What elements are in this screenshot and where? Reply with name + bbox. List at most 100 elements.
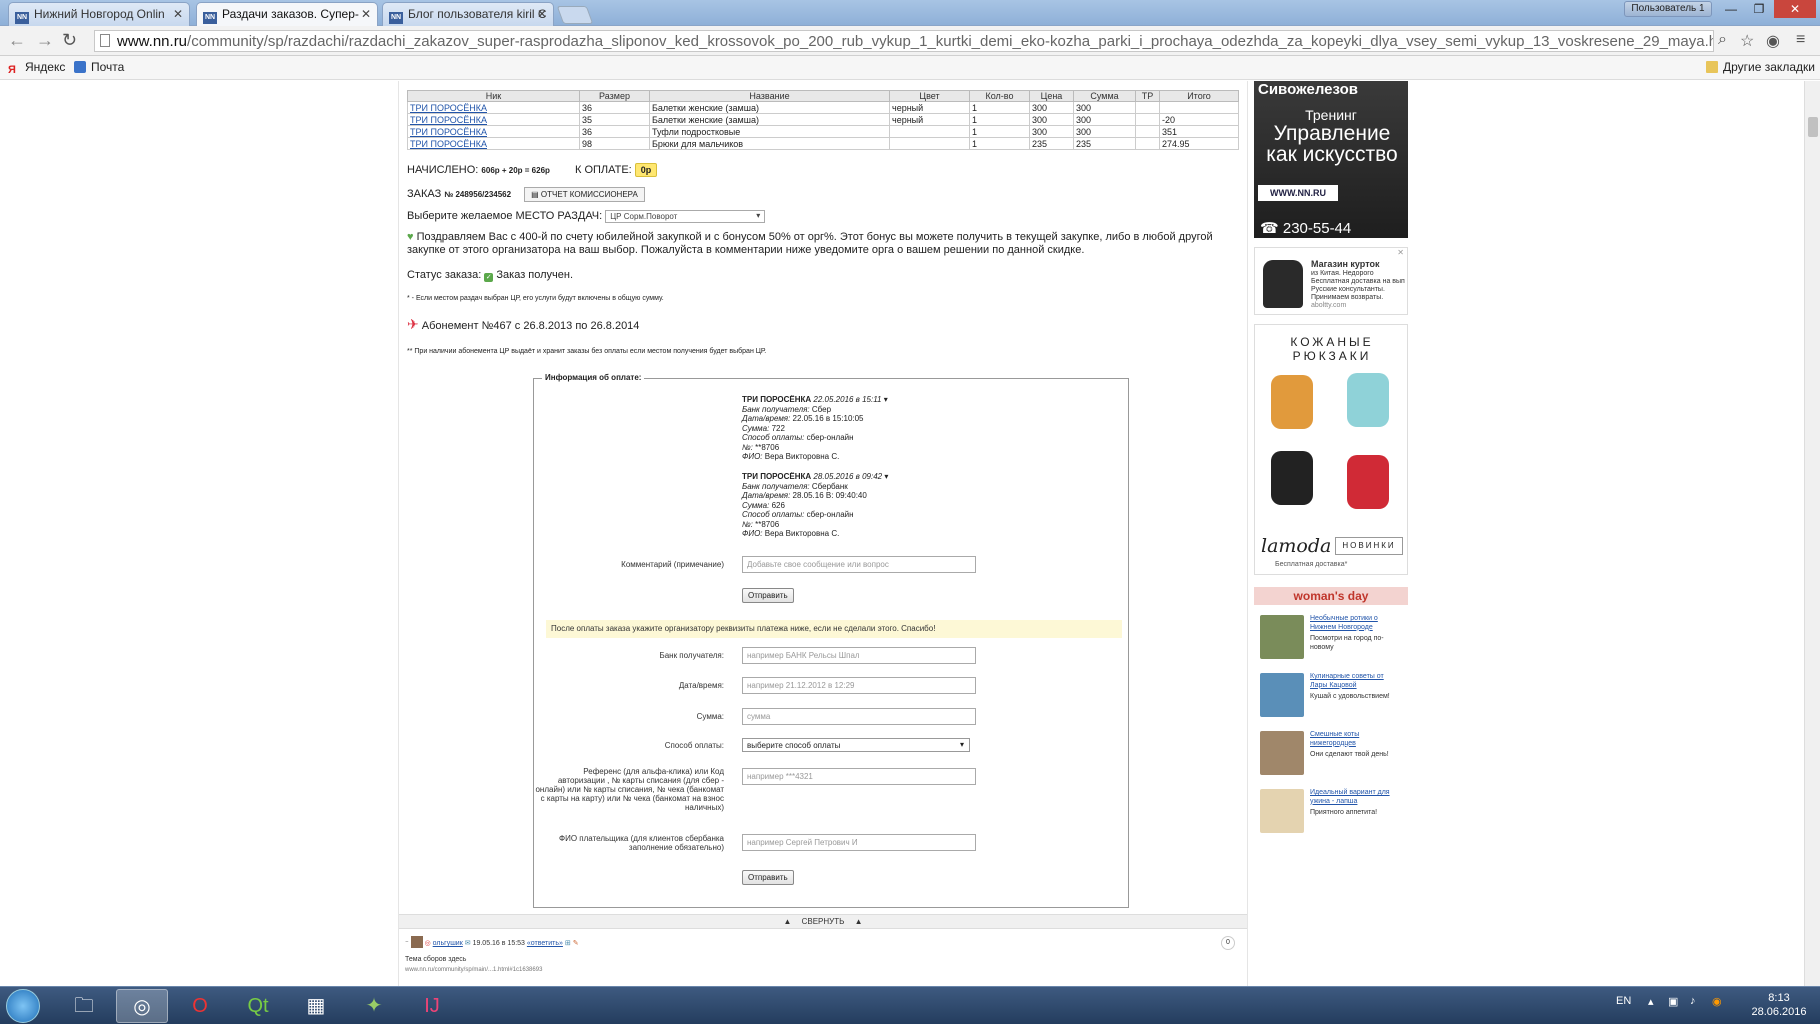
send-payment-button[interactable]: Отправить	[742, 870, 794, 885]
comment-link[interactable]: www.nn.ru/community/sp/main/...1.html#1c…	[405, 967, 1241, 973]
close-tab-icon[interactable]: ✕	[173, 7, 183, 21]
back-arrow-icon[interactable]: ←	[8, 30, 26, 51]
close-tab-icon[interactable]: ✕	[361, 7, 371, 21]
menu-icon[interactable]: ≡	[1796, 31, 1805, 49]
list-item[interactable]: Кулинарные советы от Лары Кацовой Кушай …	[1260, 673, 1408, 725]
method-label: Способ оплаты:	[742, 433, 805, 442]
ad-new-button[interactable]: НОВИНКИ	[1335, 537, 1403, 555]
orange-backpack-image	[1271, 375, 1313, 429]
item-sub: Приятного аппетита!	[1310, 809, 1378, 816]
cell-name: Балетки женские (замша)	[649, 101, 890, 114]
bookmark-yandex[interactable]: Я Яндекс	[8, 60, 65, 76]
list-item[interactable]: Смешные коты нижегородцев Они сделают тв…	[1260, 731, 1408, 783]
col-price: Цена	[1029, 90, 1074, 102]
tool-icon[interactable]: ✎	[573, 940, 579, 947]
place-select[interactable]: ЦР Сорм.Поворот	[605, 210, 766, 223]
cell-color	[889, 137, 970, 150]
subscription-text: Абонемент №467 с 26.8.2013 по 26.8.2014	[421, 320, 640, 332]
search-icon[interactable]: ⌕	[1718, 31, 1727, 49]
ad-training-banner[interactable]: Сивожелезов Тренинг Управление как искус…	[1254, 81, 1408, 238]
nick-link[interactable]: ТРИ ПОРОСЁНКА	[410, 103, 487, 113]
payer-fio-input[interactable]: например Сергей Петрович И	[742, 834, 976, 851]
other-bookmarks[interactable]: Другие закладки	[1706, 60, 1815, 74]
womans-day-logo[interactable]: woman's day	[1254, 587, 1408, 605]
bank-input[interactable]: например БАНК Рельсы Шпал	[742, 647, 976, 664]
start-button[interactable]	[6, 989, 40, 1023]
item-link[interactable]: Смешные коты нижегородцев	[1310, 731, 1402, 748]
accrued-label: НАЧИСЛЕНО:	[407, 164, 479, 176]
language-indicator[interactable]: EN	[1616, 995, 1631, 1007]
table-row: ТРИ ПОРОСЁНКА 35 Балетки женские (замша)…	[407, 113, 1239, 126]
video-editor-icon[interactable]: ▦	[290, 989, 342, 1023]
scrollbar-thumb[interactable]	[1808, 117, 1818, 137]
status-label: Статус заказа:	[407, 269, 482, 281]
comment-input[interactable]: Добавьте свое сообщение или вопрос	[742, 556, 976, 573]
nick-link[interactable]: ТРИ ПОРОСЁНКА	[410, 139, 487, 149]
close-window-icon[interactable]: ✕	[1774, 0, 1816, 18]
minus-icon[interactable]: ⁻	[405, 940, 409, 947]
maximize-icon[interactable]: ❐	[1746, 0, 1772, 18]
sum-input[interactable]: сумма	[742, 708, 976, 725]
list-item[interactable]: Необычные ротики о Нижнем Новгороде Посм…	[1260, 615, 1408, 667]
comment-user-link[interactable]: ольгушик	[433, 940, 463, 947]
nn-logo: WWW.NN.RU	[1258, 185, 1338, 201]
minimize-icon[interactable]: —	[1718, 0, 1744, 18]
cell-total: 274.95	[1159, 137, 1239, 150]
nick-link[interactable]: ТРИ ПОРОСЁНКА	[410, 127, 487, 137]
method-label: Способ оплаты:	[742, 510, 805, 519]
page-scrollbar[interactable]	[1804, 81, 1820, 986]
item-link[interactable]: Необычные ротики о Нижнем Новгороде	[1310, 615, 1402, 632]
explorer-icon[interactable]: 🗀	[58, 989, 110, 1023]
tray-arrow-icon[interactable]: ▴	[1648, 995, 1654, 1008]
close-ad-icon[interactable]: ✕	[1397, 248, 1404, 257]
commission-report-button[interactable]: ▤ ОТЧЕТ КОМИССИОНЕРА	[524, 187, 645, 202]
address-bar[interactable]: www.nn.ru/community/sp/razdachi/razdachi…	[94, 30, 1714, 52]
app-tray-icon[interactable]: ◉	[1712, 995, 1722, 1008]
cell-price: 300	[1029, 113, 1074, 126]
collapse-button[interactable]: ▲ СВЕРНУТЬ ▲	[399, 914, 1247, 929]
tab-nn-online[interactable]: NN Нижний Новгород Onlin ✕	[8, 2, 190, 26]
payment-method-select[interactable]: выберите способ оплаты	[742, 738, 970, 752]
close-tab-icon[interactable]: ✕	[537, 7, 547, 21]
item-link[interactable]: Кулинарные советы от Лары Кацовой	[1310, 673, 1402, 690]
list-item[interactable]: Идеальный вариант для ужина - лапша Прия…	[1260, 789, 1408, 841]
forward-arrow-icon[interactable]: →	[36, 30, 54, 51]
cell-size: 36	[579, 125, 650, 138]
chrome-icon[interactable]: ◎	[116, 989, 168, 1023]
network-icon[interactable]: ▣	[1668, 995, 1678, 1008]
reply-link[interactable]: «ответить»	[527, 940, 563, 947]
item-link[interactable]: Идеальный вариант для ужина - лапша	[1310, 789, 1402, 806]
volume-icon[interactable]: ♪	[1690, 995, 1696, 1007]
ad-lamoda-heading: КОЖАНЫЕ РЮКЗАКИ	[1290, 335, 1374, 363]
user-profile-button[interactable]: Пользователь 1	[1624, 1, 1712, 17]
new-tab-button[interactable]	[556, 6, 594, 24]
android-studio-icon[interactable]: ✦	[348, 989, 400, 1023]
qt-icon[interactable]: Qt	[232, 989, 284, 1023]
send-comment-button[interactable]: Отправить	[742, 588, 794, 603]
col-size: Размер	[579, 90, 650, 102]
intellij-icon[interactable]: IJ	[406, 989, 458, 1023]
expand-icon[interactable]: ▾	[884, 472, 888, 481]
tab-label: Блог пользователя kiril С	[408, 7, 547, 21]
extension-icon[interactable]: ◉	[1766, 31, 1780, 51]
ad-lamoda[interactable]: КОЖАНЫЕ РЮКЗАКИ lamoda НОВИНКИ Бесплатна…	[1254, 324, 1408, 575]
reload-icon[interactable]: ↻	[62, 30, 77, 51]
datetime-input[interactable]: например 21.12.2012 в 12:29	[742, 677, 976, 694]
ad-phone: ☎ 230-55-44	[1260, 219, 1351, 237]
ads-column: Сивожелезов Тренинг Управление как искус…	[1254, 81, 1408, 986]
opera-icon[interactable]: O	[174, 989, 226, 1023]
nick-link[interactable]: ТРИ ПОРОСЁНКА	[410, 115, 487, 125]
bookmark-pochta[interactable]: Почта	[74, 60, 124, 74]
expand-icon[interactable]: ▾	[884, 395, 888, 404]
clock[interactable]: 8:13 28.06.2016	[1744, 991, 1814, 1019]
mail-icon[interactable]: ✉	[465, 940, 471, 947]
nn-favicon-icon: NN	[389, 12, 403, 24]
tab-blog[interactable]: NN Блог пользователя kiril С ✕	[382, 2, 554, 26]
star-icon[interactable]: ☆	[1740, 31, 1754, 51]
plus-icon[interactable]: ⊞	[565, 940, 571, 947]
datetime-value: 22.05.16 в 15:10:05	[792, 414, 864, 423]
subscription-line: ✈ Абонемент №467 с 26.8.2013 по 26.8.201…	[407, 316, 639, 333]
reference-input[interactable]: например ***4321	[742, 768, 976, 785]
tab-razdachi[interactable]: NN Раздачи заказов. Супер- ✕	[196, 2, 378, 27]
ad-jackets[interactable]: ✕ Магазин курток из Китая. Недорого Бесп…	[1254, 247, 1408, 315]
